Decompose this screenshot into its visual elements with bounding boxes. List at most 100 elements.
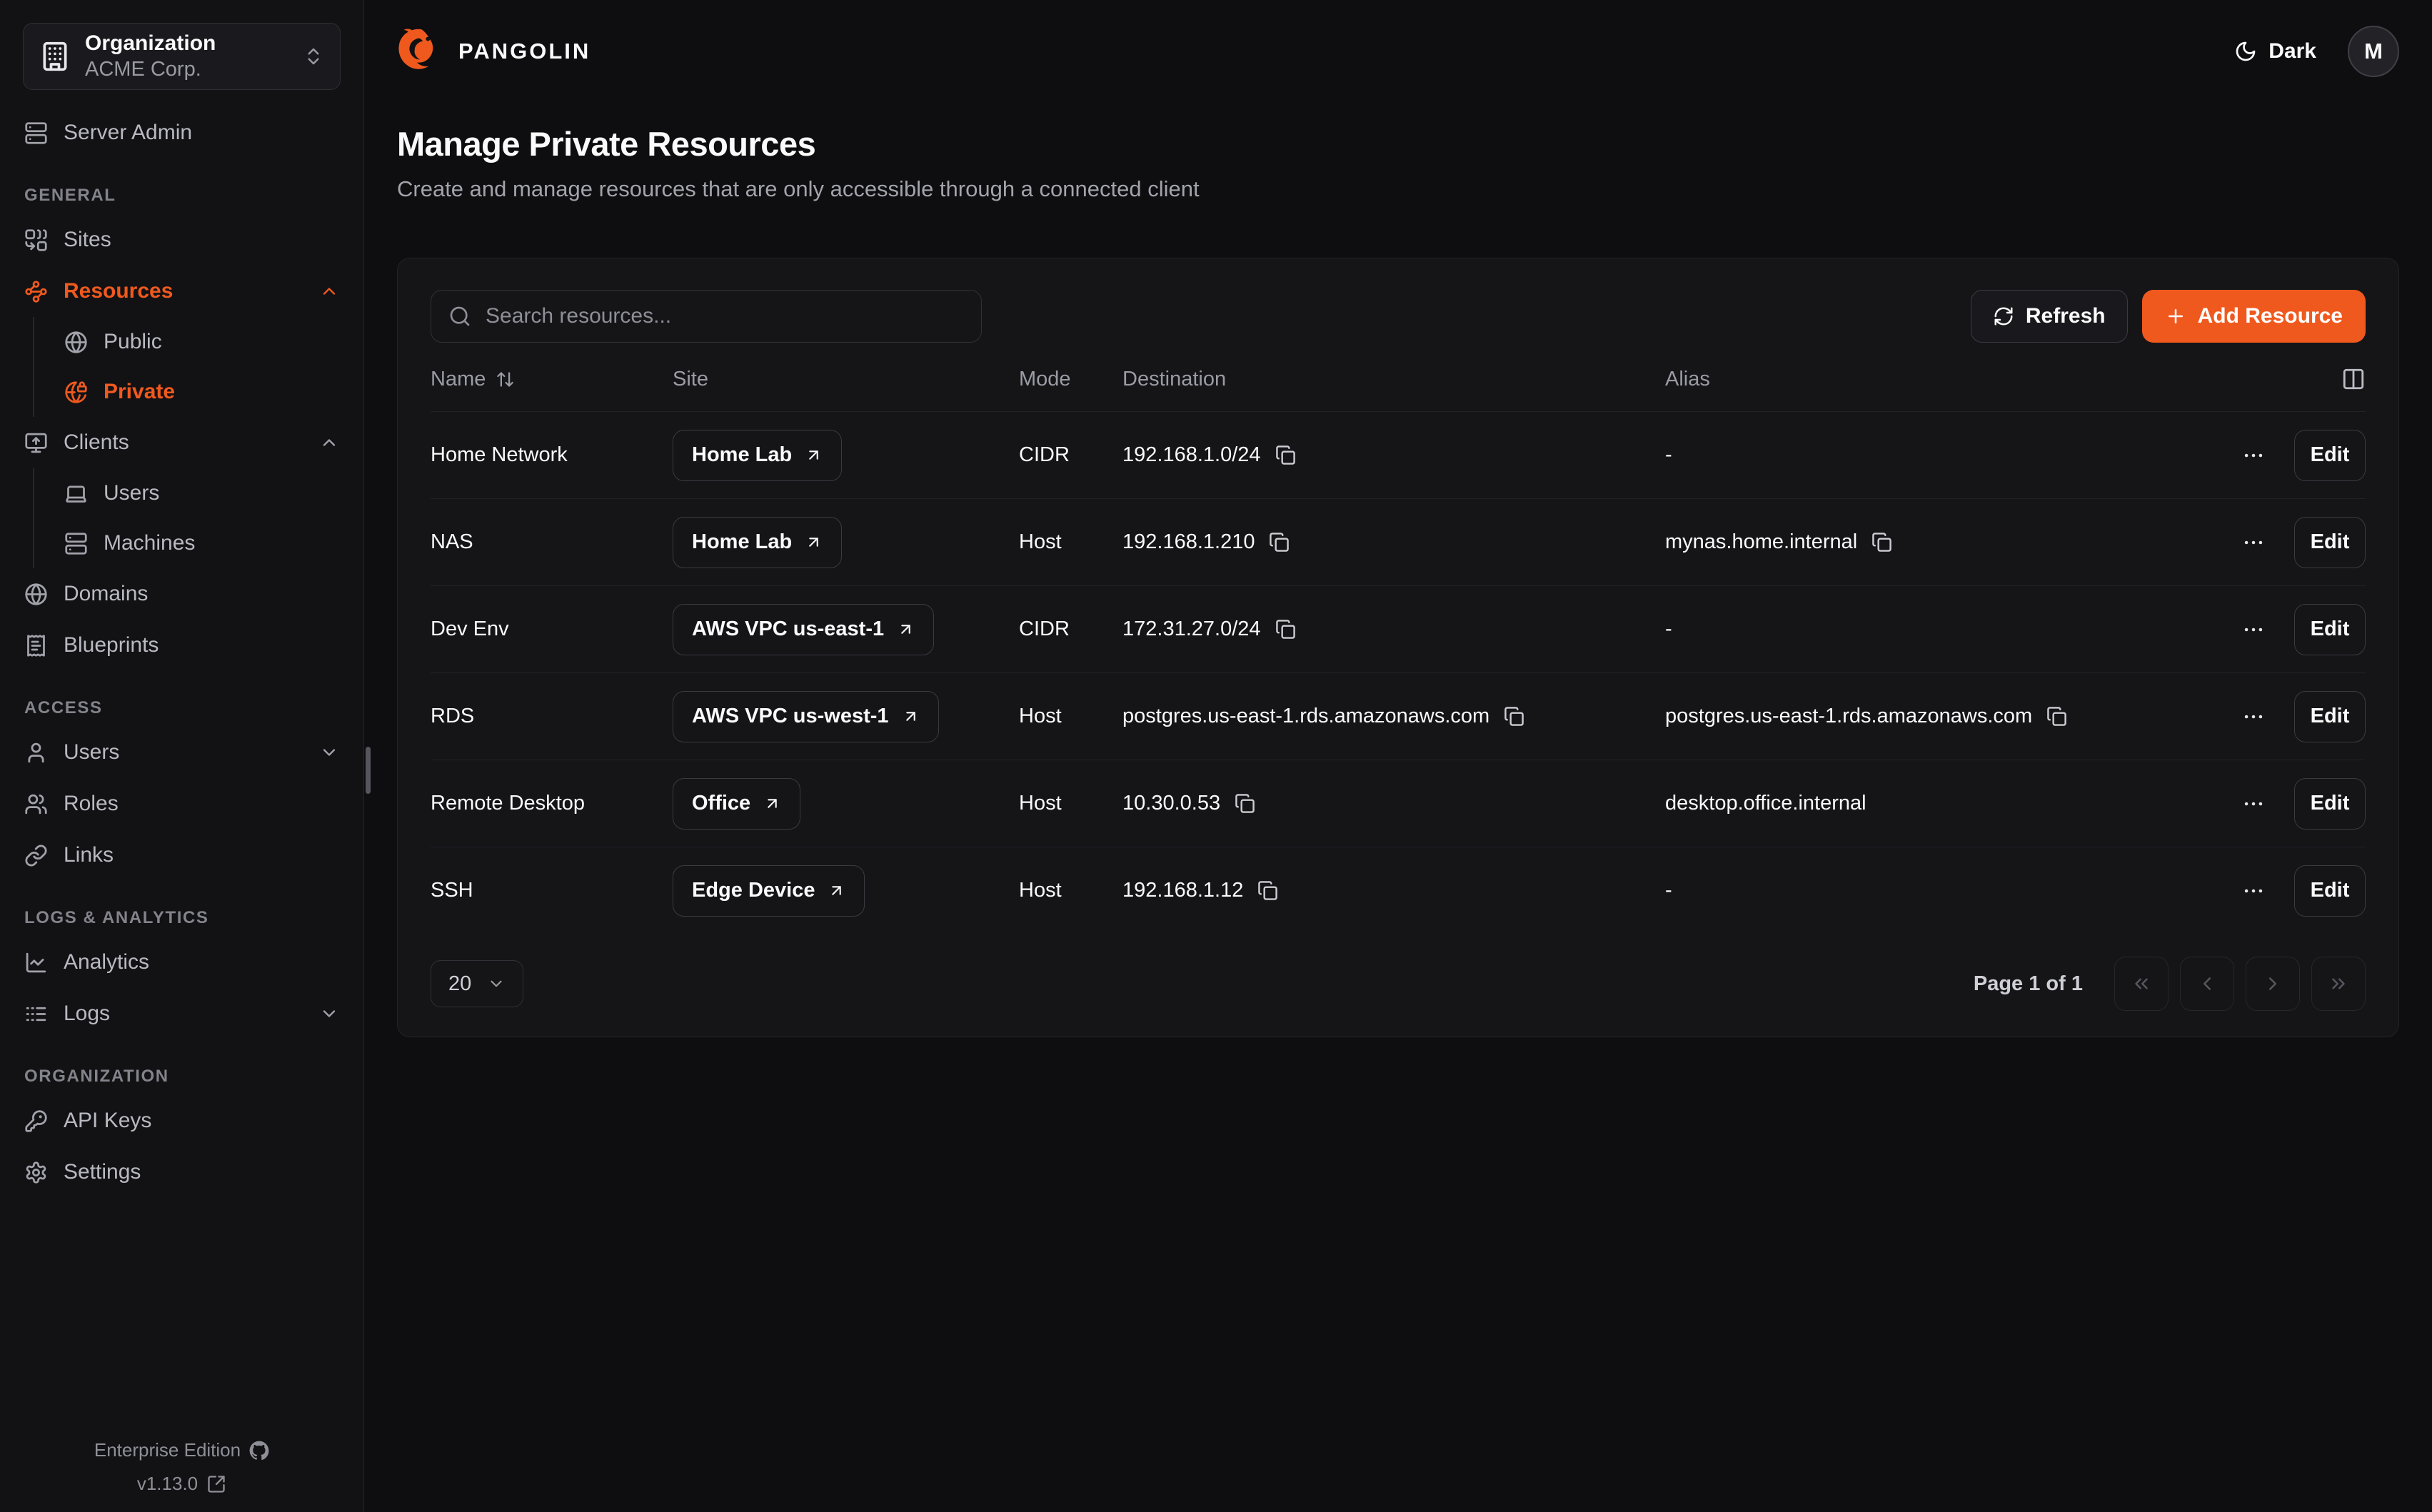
- resource-mode: Host: [1019, 792, 1122, 815]
- copy-destination-button[interactable]: [1257, 880, 1278, 901]
- sidebar-item-sites[interactable]: Sites: [23, 214, 341, 266]
- refresh-button[interactable]: Refresh: [1971, 290, 2128, 343]
- resource-mode: Host: [1019, 705, 1122, 728]
- row-menu-button[interactable]: [2241, 618, 2266, 642]
- chevron-up-icon: [319, 433, 339, 453]
- edit-button[interactable]: Edit: [2294, 865, 2366, 917]
- key-icon: [24, 1109, 48, 1133]
- copy-destination-button[interactable]: [1275, 445, 1296, 465]
- resource-alias: postgres.us-east-1.rds.amazonaws.com: [1665, 705, 2032, 728]
- sidebar-item-client-users[interactable]: Users: [63, 468, 341, 518]
- copy-alias-button[interactable]: [2046, 706, 2067, 727]
- sidebar-item-label: Clients: [64, 430, 129, 455]
- sidebar-item-label: Resources: [64, 279, 173, 303]
- edition-link[interactable]: Enterprise Edition: [0, 1439, 363, 1461]
- brand[interactable]: PANGOLIN: [397, 28, 591, 75]
- copy-icon: [1871, 532, 1892, 553]
- previous-page-button[interactable]: [2180, 957, 2234, 1011]
- sidebar-item-label: Users: [104, 481, 159, 505]
- sidebar-item-label: Blueprints: [64, 633, 159, 657]
- copy-destination-button[interactable]: [1504, 706, 1524, 727]
- building-icon: [39, 41, 71, 72]
- row-menu-button[interactable]: [2241, 879, 2266, 903]
- org-selector[interactable]: Organization ACME Corp.: [23, 23, 341, 90]
- github-icon: [249, 1441, 269, 1461]
- theme-toggle[interactable]: Dark: [2234, 39, 2316, 64]
- sidebar-item-links[interactable]: Links: [23, 830, 341, 881]
- resource-name: Home Network: [431, 443, 673, 467]
- sidebar-item-logs[interactable]: Logs: [23, 988, 341, 1039]
- resource-name: SSH: [431, 879, 673, 902]
- edit-button[interactable]: Edit: [2294, 778, 2366, 830]
- ellipsis-icon: [2241, 879, 2266, 903]
- sidebar-item-blueprints[interactable]: Blueprints: [23, 620, 341, 671]
- resources-subnav: Public Private: [33, 317, 341, 417]
- sidebar-item-resources[interactable]: Resources: [23, 266, 341, 317]
- sidebar-item-domains[interactable]: Domains: [23, 568, 341, 620]
- sidebar: Organization ACME Corp. Server Admin GEN…: [0, 0, 364, 1512]
- resource-alias: -: [1665, 443, 1672, 467]
- row-menu-button[interactable]: [2241, 530, 2266, 555]
- sidebar-item-clients[interactable]: Clients: [23, 417, 341, 468]
- sidebar-item-label: Users: [64, 740, 119, 765]
- site-link-button[interactable]: AWS VPC us-west-1: [673, 691, 939, 742]
- copy-destination-button[interactable]: [1269, 532, 1290, 553]
- sidebar-item-machines[interactable]: Machines: [63, 518, 341, 568]
- row-menu-button[interactable]: [2241, 792, 2266, 816]
- column-header-name: Name: [431, 368, 486, 391]
- chevron-down-icon: [319, 1004, 339, 1024]
- edit-button[interactable]: Edit: [2294, 691, 2366, 742]
- resource-name: RDS: [431, 705, 673, 728]
- site-link-button[interactable]: Home Lab: [673, 517, 842, 568]
- sidebar-item-api-keys[interactable]: API Keys: [23, 1095, 341, 1146]
- next-page-button[interactable]: [2246, 957, 2300, 1011]
- column-header-alias: Alias: [1665, 368, 2179, 391]
- copy-icon: [1257, 880, 1278, 901]
- sidebar-item-analytics[interactable]: Analytics: [23, 937, 341, 988]
- copy-icon: [1275, 445, 1296, 465]
- arrow-up-right-icon: [763, 795, 781, 812]
- main-content: PANGOLIN Dark M Manage Private Resources…: [364, 0, 2432, 1512]
- site-link-button[interactable]: Edge Device: [673, 865, 865, 917]
- copy-alias-button[interactable]: [1871, 532, 1892, 553]
- version-link[interactable]: v1.13.0: [0, 1473, 363, 1495]
- sidebar-item-users[interactable]: Users: [23, 727, 341, 778]
- sidebar-item-server-admin[interactable]: Server Admin: [23, 107, 341, 158]
- row-menu-button[interactable]: [2241, 443, 2266, 468]
- page-size-select[interactable]: 20: [431, 960, 523, 1007]
- chevrons-up-down-icon: [303, 46, 324, 67]
- ellipsis-icon: [2241, 705, 2266, 729]
- refresh-label: Refresh: [2026, 304, 2106, 328]
- copy-destination-button[interactable]: [1235, 793, 1255, 814]
- sidebar-item-roles[interactable]: Roles: [23, 778, 341, 830]
- sidebar-item-private[interactable]: Private: [63, 367, 341, 417]
- avatar[interactable]: M: [2348, 26, 2399, 77]
- combine-icon: [24, 228, 48, 252]
- copy-destination-button[interactable]: [1275, 619, 1296, 640]
- site-link-button[interactable]: Home Lab: [673, 430, 842, 481]
- site-link-button[interactable]: Office: [673, 778, 800, 830]
- edit-button[interactable]: Edit: [2294, 604, 2366, 655]
- sidebar-scrollbar-thumb[interactable]: [366, 747, 371, 794]
- refresh-icon: [1993, 306, 2014, 327]
- sort-by-name[interactable]: Name: [431, 368, 515, 391]
- resource-alias: -: [1665, 879, 1672, 902]
- sidebar-item-label: Links: [64, 843, 114, 867]
- row-menu-button[interactable]: [2241, 705, 2266, 729]
- link-icon: [24, 844, 48, 867]
- column-visibility-button[interactable]: [2341, 367, 2366, 391]
- edit-button[interactable]: Edit: [2294, 517, 2366, 568]
- resource-mode: CIDR: [1019, 618, 1122, 641]
- edit-button[interactable]: Edit: [2294, 430, 2366, 481]
- laptop-icon: [64, 482, 88, 505]
- sidebar-item-public[interactable]: Public: [63, 317, 341, 367]
- copy-icon: [1269, 532, 1290, 553]
- org-selector-value: ACME Corp.: [85, 59, 288, 81]
- chevron-down-icon: [487, 974, 506, 993]
- first-page-button[interactable]: [2114, 957, 2169, 1011]
- site-link-button[interactable]: AWS VPC us-east-1: [673, 604, 934, 655]
- sidebar-item-settings[interactable]: Settings: [23, 1146, 341, 1198]
- last-page-button[interactable]: [2311, 957, 2366, 1011]
- add-resource-button[interactable]: Add Resource: [2142, 290, 2366, 343]
- search-input[interactable]: [484, 303, 964, 329]
